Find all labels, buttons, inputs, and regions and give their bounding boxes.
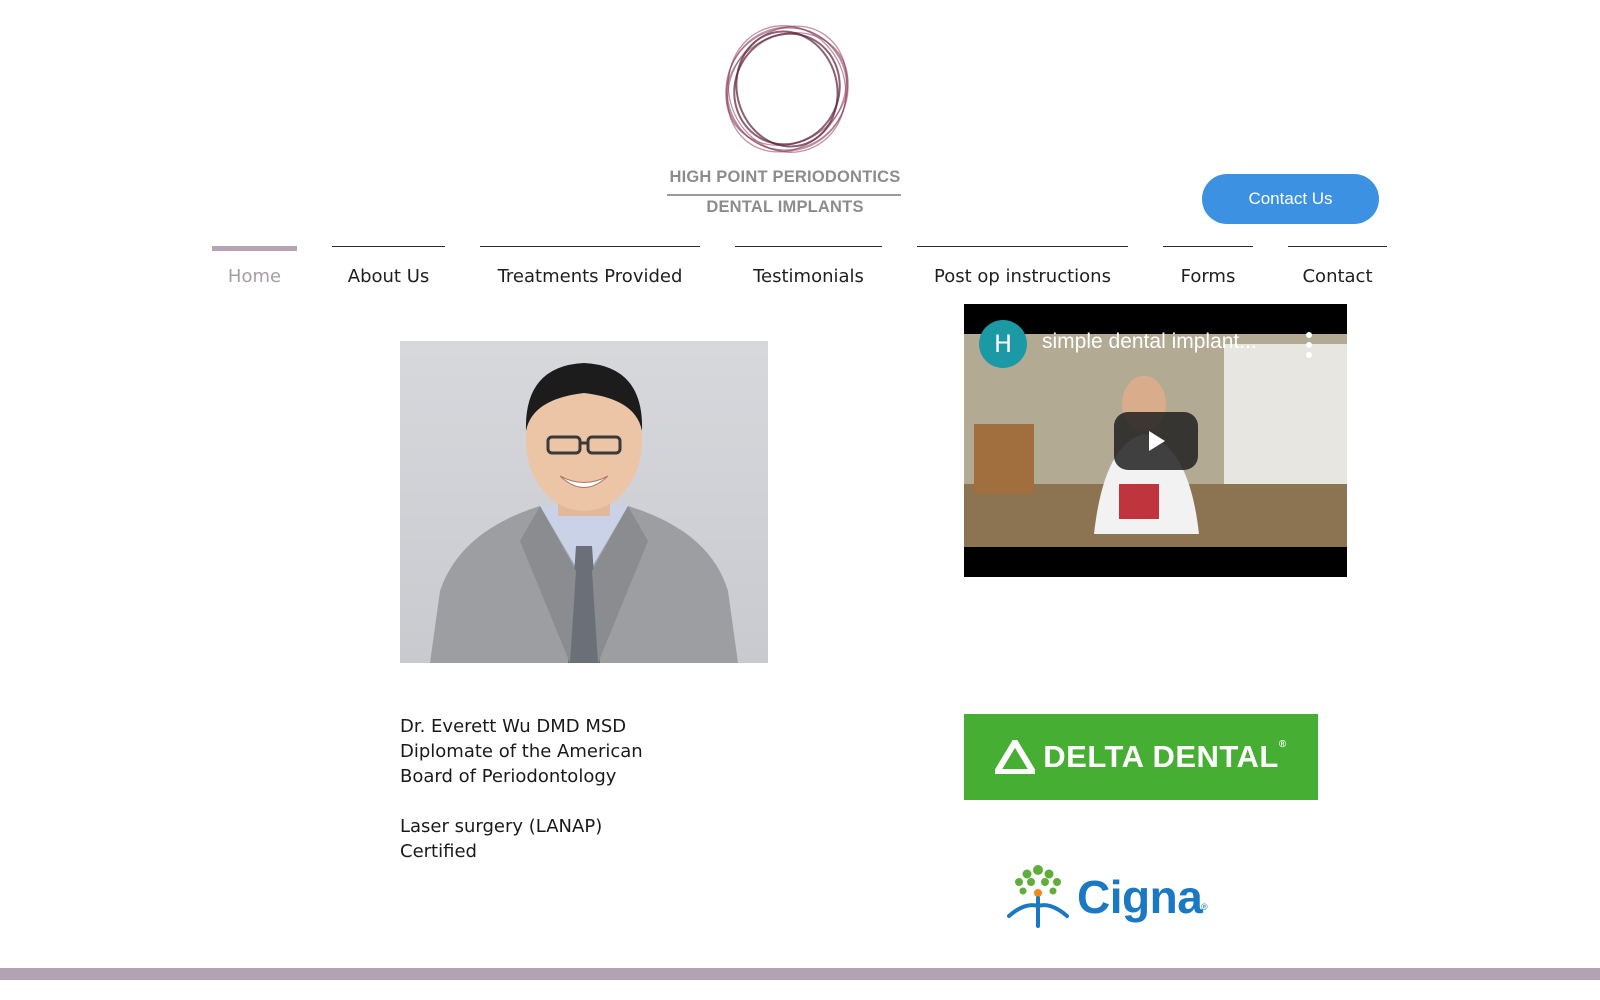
delta-registered-mark: ® <box>1278 739 1287 750</box>
cigna-tree-icon <box>1007 865 1069 928</box>
bio-spacer <box>400 789 700 814</box>
logo-subtitle: DENTAL IMPLANTS <box>706 198 864 216</box>
logo-divider <box>667 194 901 196</box>
nav-item-treatments-provided[interactable]: Treatments Provided <box>480 246 700 290</box>
bio-name: Dr. Everett Wu DMD MSD <box>400 716 627 737</box>
footer-bar <box>0 968 1600 980</box>
site-logo[interactable]: HIGH POINT PERIODONTICS DENTAL IMPLANTS <box>665 18 905 223</box>
doctor-bio: Dr. Everett Wu DMD MSD Diplomate of the … <box>400 714 700 864</box>
play-icon <box>1149 431 1165 451</box>
video-player[interactable]: H simple dental implant... <box>964 304 1347 577</box>
cigna-wordmark: Cigna <box>1077 871 1203 923</box>
video-title[interactable]: simple dental implant... <box>1042 330 1282 354</box>
doctor-portrait-image <box>400 341 768 663</box>
main-nav: Home About Us Treatments Provided Testim… <box>0 246 1600 290</box>
nav-item-about-us[interactable]: About Us <box>332 246 445 290</box>
ring-logo-icon <box>725 25 849 153</box>
cigna-registered-mark: ® <box>1201 902 1208 912</box>
bio-credential: Diplomate of the American <box>400 741 643 762</box>
logo-title: HIGH POINT PERIODONTICS <box>669 168 901 186</box>
more-options-icon[interactable] <box>1299 330 1319 360</box>
nav-item-contact[interactable]: Contact <box>1288 246 1387 290</box>
delta-dental-wordmark: DELTA DENTAL® <box>1043 739 1287 774</box>
nav-item-post-op-instructions[interactable]: Post op instructions <box>917 246 1128 290</box>
nav-item-forms[interactable]: Forms <box>1163 246 1253 290</box>
bio-certification: Laser surgery (LANAP) <box>400 816 603 837</box>
cigna-logo: Cigna ® <box>1003 860 1213 932</box>
nav-item-testimonials[interactable]: Testimonials <box>735 246 882 290</box>
nav-item-home[interactable]: Home <box>212 246 297 290</box>
channel-avatar[interactable]: H <box>979 320 1027 368</box>
delta-triangle-icon <box>995 740 1036 774</box>
bio-certification-cont: Certified <box>400 841 477 862</box>
bio-credential-cont: Board of Periodontology <box>400 766 617 787</box>
play-button[interactable] <box>1114 412 1198 470</box>
delta-dental-logo: DELTA DENTAL® <box>964 714 1318 800</box>
contact-us-button[interactable]: Contact Us <box>1202 174 1379 224</box>
